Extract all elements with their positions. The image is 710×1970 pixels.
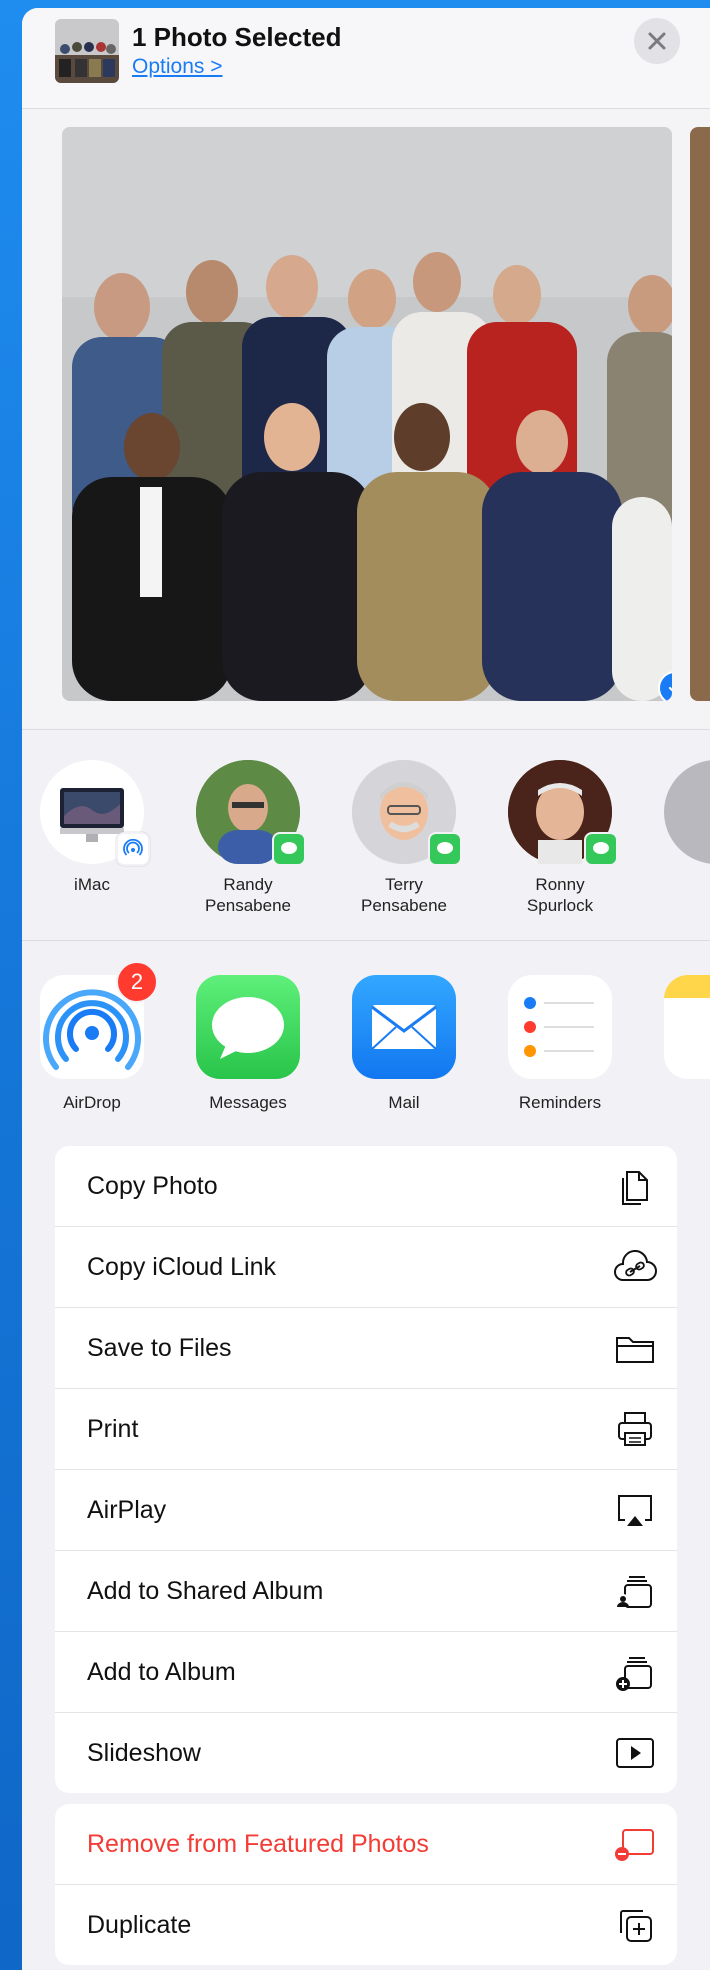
person-randy[interactable]: Randy Pensabene <box>178 760 318 916</box>
action-label: Remove from Featured Photos <box>87 1829 429 1858</box>
printer-icon <box>613 1407 657 1451</box>
action-duplicate[interactable]: Duplicate <box>55 1885 677 1965</box>
person-first-name: Randy <box>223 875 273 894</box>
photo-preview[interactable] <box>62 127 672 701</box>
app-label: Mail <box>388 1093 420 1112</box>
person-last-name: Pensabene <box>204 896 292 915</box>
messages-icon <box>428 832 462 866</box>
app-icon <box>664 975 710 1079</box>
app-icon <box>196 975 300 1079</box>
page-title: 1 Photo Selected <box>132 22 342 52</box>
messages-icon <box>584 832 618 866</box>
app-label: Reminders <box>518 1093 602 1112</box>
actions-group: Copy Photo Copy iCloud Link Save to File… <box>55 1146 677 1793</box>
action-label: Save to Files <box>87 1333 232 1362</box>
action-label: Print <box>87 1414 139 1443</box>
app-label: N <box>646 1093 710 1113</box>
action-label: Duplicate <box>87 1910 192 1939</box>
action-print[interactable]: Print <box>55 1389 677 1470</box>
app-mail[interactable]: Mail <box>334 975 474 1113</box>
actions-group-secondary: Remove from Featured Photos Duplicate <box>55 1804 677 1965</box>
app-icon <box>508 975 612 1079</box>
person-name: iMac <box>74 875 110 894</box>
avatar <box>40 760 150 866</box>
app-label: Messages <box>209 1093 287 1112</box>
action-remove-from-featured[interactable]: Remove from Featured Photos <box>55 1804 677 1885</box>
airdrop-icon <box>116 832 150 866</box>
messages-icon <box>272 832 306 866</box>
action-label: Copy iCloud Link <box>87 1252 276 1281</box>
person-terry[interactable]: Terry Pensabene <box>334 760 474 916</box>
cloud-link-icon <box>613 1245 657 1289</box>
close-button[interactable] <box>634 18 680 64</box>
person-last-name: Pensabene <box>360 896 448 915</box>
avatar <box>508 760 618 866</box>
shared-album-icon <box>613 1569 657 1613</box>
next-photo-preview[interactable] <box>690 127 710 701</box>
app-airdrop[interactable]: 2 AirDrop <box>22 961 162 1113</box>
close-icon <box>648 32 666 50</box>
action-label: Add to Shared Album <box>87 1576 324 1605</box>
avatar <box>352 760 462 866</box>
app-reminders[interactable]: Reminders <box>490 975 630 1113</box>
action-copy-icloud-link[interactable]: Copy iCloud Link <box>55 1227 677 1308</box>
selected-photo-thumbnail <box>55 19 119 83</box>
play-icon <box>613 1731 657 1775</box>
share-people-row: iMac Randy Pensabene Terry Pensabene Ronny… <box>22 730 710 941</box>
person-imac[interactable]: iMac <box>22 760 162 895</box>
add-album-icon <box>613 1650 657 1694</box>
action-airplay[interactable]: AirPlay <box>55 1470 677 1551</box>
action-copy-photo[interactable]: Copy Photo <box>55 1146 677 1227</box>
options-link[interactable]: Options > <box>132 55 222 79</box>
reminders-icon <box>524 997 594 1057</box>
photo-preview-area <box>22 109 710 730</box>
action-label: AirPlay <box>87 1495 167 1524</box>
app-icon: 2 <box>40 961 158 1079</box>
person-ronny[interactable]: Ronny Spurlock <box>490 760 630 916</box>
person-last-name: Spurlock <box>526 896 594 915</box>
share-header: 1 Photo Selected Options > <box>22 8 710 109</box>
avatar <box>196 760 306 866</box>
copy-icon <box>613 1164 657 1208</box>
folder-icon <box>613 1326 657 1370</box>
action-label: Slideshow <box>87 1738 201 1767</box>
avatar <box>664 760 710 864</box>
remove-featured-icon <box>613 1822 657 1866</box>
person-first-name: Ronny <box>535 875 585 894</box>
app-notes[interactable]: N <box>646 975 710 1113</box>
app-label: AirDrop <box>63 1093 121 1112</box>
mail-icon <box>371 1005 437 1050</box>
messages-icon <box>212 997 284 1059</box>
share-apps-row: 2 AirDrop Messages Mail Reminders <box>22 941 710 1141</box>
duplicate-icon <box>613 1903 657 1947</box>
action-label: Add to Album <box>87 1657 236 1686</box>
share-sheet: 1 Photo Selected Options > iMac Randy Pe… <box>22 8 710 1970</box>
app-icon <box>352 975 456 1079</box>
notification-badge: 2 <box>116 961 158 1003</box>
action-save-to-files[interactable]: Save to Files <box>55 1308 677 1389</box>
app-messages[interactable]: Messages <box>178 975 318 1113</box>
person-partial[interactable]: B <box>646 760 710 895</box>
person-first-name: Terry <box>385 875 423 894</box>
action-slideshow[interactable]: Slideshow <box>55 1713 677 1793</box>
action-add-to-album[interactable]: Add to Album <box>55 1632 677 1713</box>
action-label: Copy Photo <box>87 1171 218 1200</box>
airplay-icon <box>613 1488 657 1532</box>
action-add-to-shared-album[interactable]: Add to Shared Album <box>55 1551 677 1632</box>
